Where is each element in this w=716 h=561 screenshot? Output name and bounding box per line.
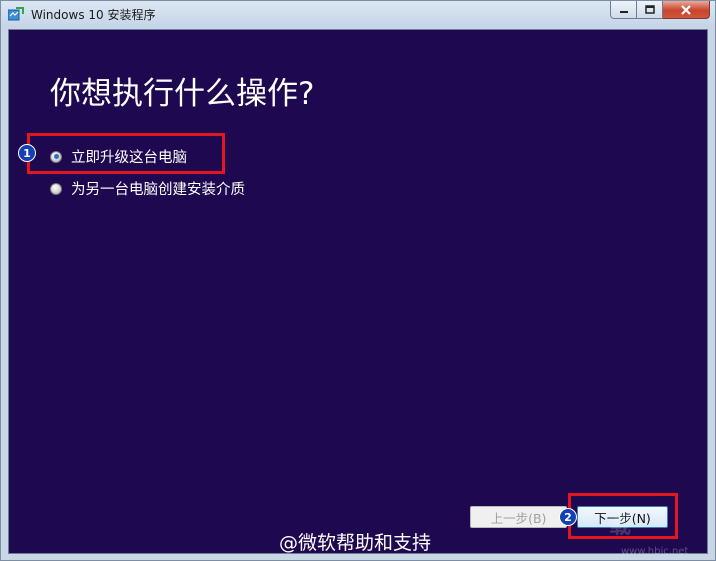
radio-create-media[interactable]	[50, 182, 62, 195]
corner-watermark-url: www.hbic.net	[621, 546, 689, 557]
window-title: Windows 10 安装程序	[31, 8, 156, 22]
setup-window: Windows 10 安装程序 你想执行什么操作? 立即升级这台电脑 为另一台电…	[0, 0, 716, 561]
windows-setup-icon	[8, 7, 24, 21]
option-create-media[interactable]: 为另一台电脑创建安装介质	[50, 178, 245, 199]
option-create-media-label: 为另一台电脑创建安装介质	[71, 182, 245, 198]
close-button[interactable]	[663, 1, 710, 19]
step-badge-1: 1	[18, 144, 36, 162]
minimize-icon	[619, 10, 628, 13]
setup-content-panel: 你想执行什么操作? 立即升级这台电脑 为另一台电脑创建安装介质 1 上一步(B)…	[8, 29, 708, 557]
step-badge-2: 2	[559, 508, 577, 526]
maximize-button[interactable]	[637, 1, 663, 19]
maximize-icon	[644, 5, 655, 14]
highlight-box-option	[27, 133, 225, 174]
title-bar[interactable]: Windows 10 安装程序	[1, 1, 715, 28]
page-title: 你想执行什么操作?	[50, 76, 315, 112]
minimize-button[interactable]	[610, 1, 637, 19]
window-controls	[610, 1, 710, 20]
corner-watermark: 载	[609, 514, 632, 539]
back-button[interactable]: 上一步(B)	[470, 506, 567, 528]
close-icon	[681, 4, 691, 15]
watermark-text: @微软帮助和支持	[279, 532, 432, 554]
